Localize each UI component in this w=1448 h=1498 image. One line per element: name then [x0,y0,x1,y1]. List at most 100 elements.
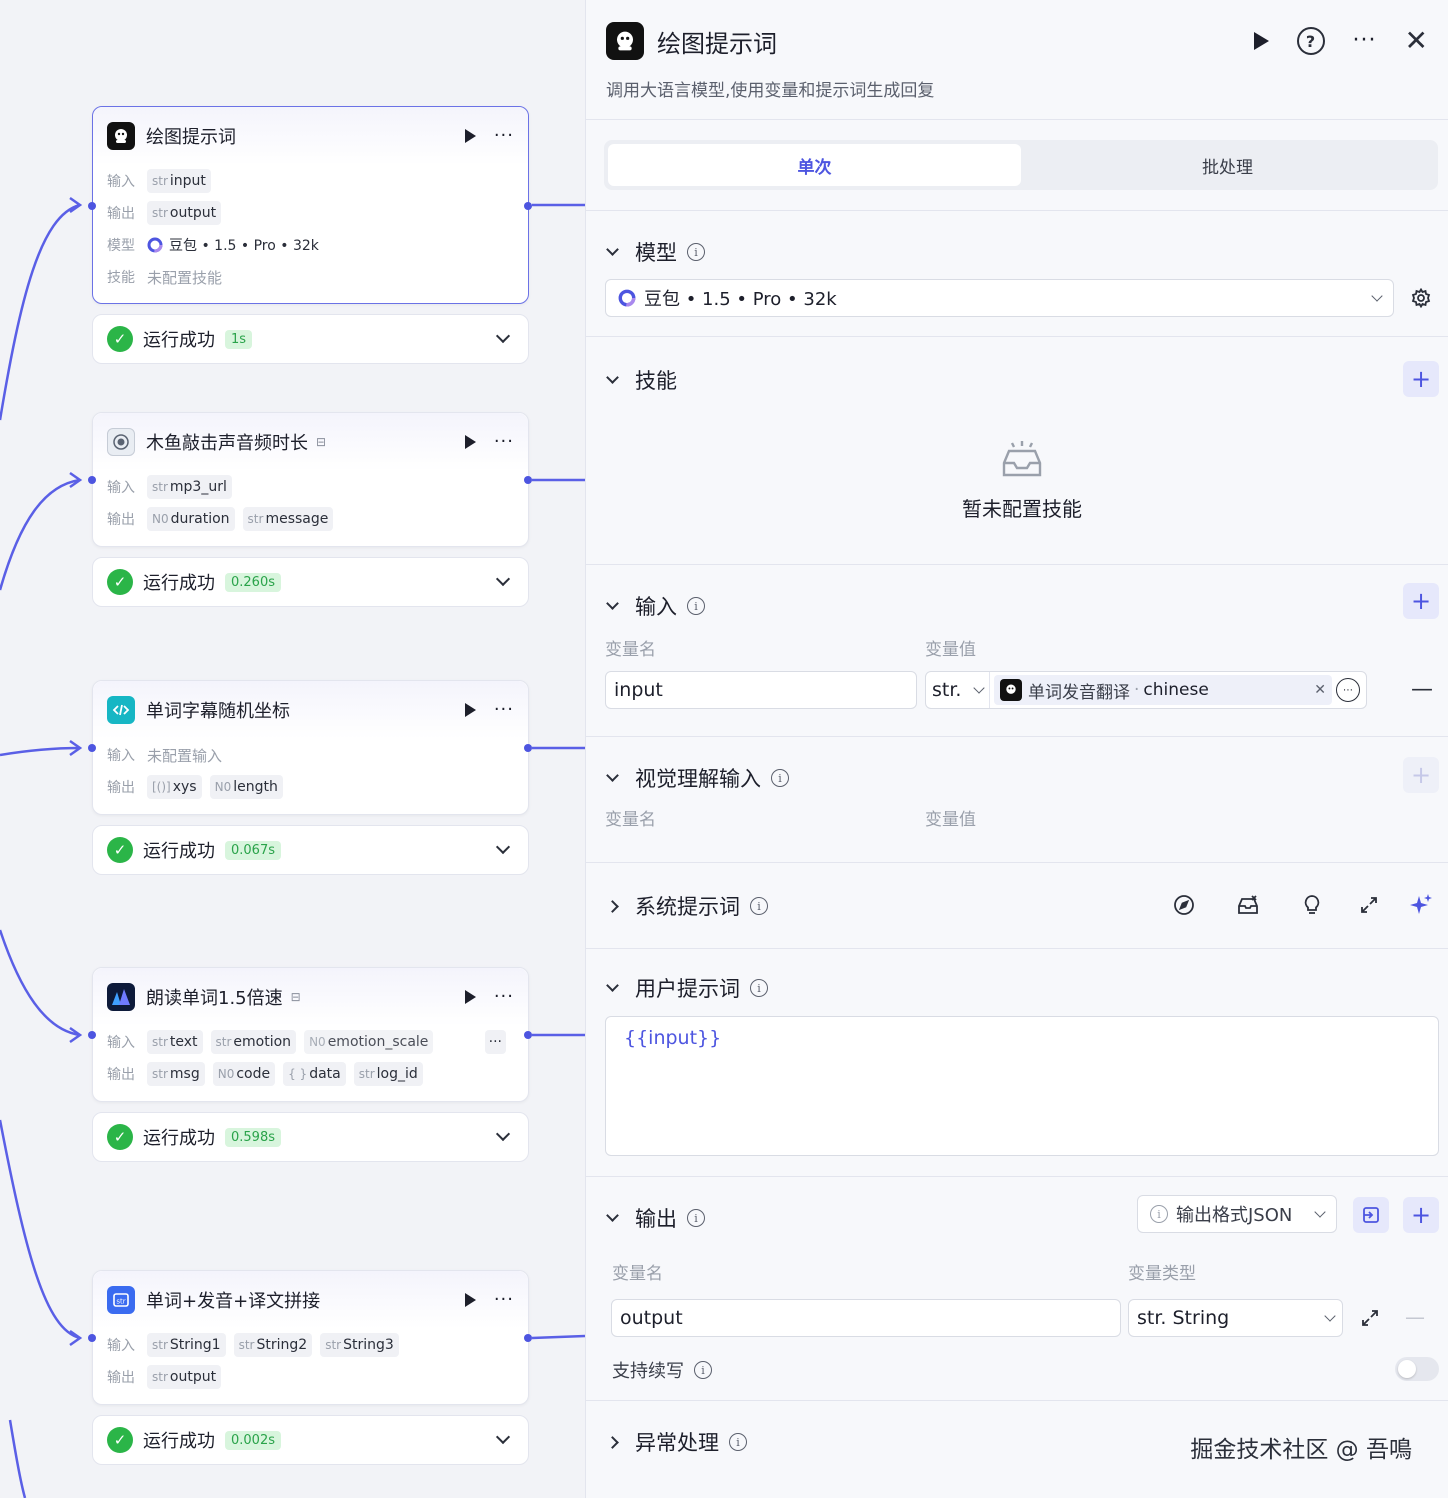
model-select[interactable]: 豆包 • 1.5 • Pro • 32k [605,279,1394,317]
output-format-select[interactable]: i 输出格式JSON [1137,1195,1337,1233]
plugin-badge-icon: ⊟ [290,990,301,1004]
help-icon[interactable]: ? [1296,27,1325,55]
col-var-type: 变量类型 [1128,1264,1196,1284]
info-icon[interactable]: i [687,597,705,615]
more-icon[interactable]: ··· [494,701,514,719]
llm-icon [1000,679,1022,701]
clear-icon[interactable]: ✕ [1314,682,1326,698]
expand-icon[interactable] [1357,1305,1383,1331]
ai-sparkle-icon[interactable] [1408,892,1434,918]
run-node-button[interactable] [464,703,476,717]
chevron-down-icon[interactable] [495,328,511,344]
add-vision-input-button[interactable]: + [1403,757,1439,793]
run-status[interactable]: ✓ 运行成功 0.002s [92,1415,529,1465]
node-woodfish-duration[interactable]: 木鱼敲击声音频时长 ⊟ ··· 输入 str mp3_url 输出 N0 durat… [92,412,529,547]
variable-picker-icon[interactable]: ⋯ [1336,678,1360,702]
section-header[interactable]: 用户提示词 i [606,973,768,1003]
more-icon[interactable]: ··· [494,127,514,145]
input-port[interactable] [88,202,96,210]
input-port[interactable] [88,744,96,752]
edge-out-node-5 [531,1334,585,1340]
var-tag: str emotion [210,1030,297,1054]
add-output-button[interactable]: + [1403,1197,1439,1233]
section-header[interactable]: 模型 i [606,237,705,267]
info-icon[interactable]: i [750,897,768,915]
more-icon[interactable]: ··· [494,1291,514,1309]
add-skill-button[interactable]: + [1403,361,1439,397]
section-header[interactable]: 输入 i [606,591,705,621]
run-node-button[interactable] [464,990,476,1004]
run-node-button[interactable] [464,435,476,449]
var-name-input[interactable]: input [605,671,917,709]
expand-icon[interactable] [1356,892,1382,918]
check-icon: ✓ [107,326,133,352]
output-port[interactable] [524,476,532,484]
output-schema-button[interactable] [1353,1197,1389,1233]
node-header: 木鱼敲击声音频时长 ⊟ ··· [93,413,528,471]
info-icon[interactable]: i [687,243,705,261]
info-icon[interactable]: i [750,979,768,997]
continue-writing-toggle[interactable] [1395,1357,1439,1381]
section-header[interactable]: 技能 [606,365,677,395]
arrow-5 [69,1329,83,1347]
node-concat[interactable]: str 单词+发音+译文拼接 ··· 输入 str String1 str Stri… [92,1270,529,1405]
run-node-button[interactable] [464,1293,476,1307]
node-random-coords[interactable]: 单词字幕随机坐标 ··· 输入 未配置输入 输出 [()] xys N0 lengt… [92,680,529,815]
var-tag: str String1 [147,1333,226,1357]
chevron-down-icon [1314,1206,1326,1218]
var-reference[interactable]: 单词发音翻译 · chinese ✕ [994,675,1332,705]
more-inputs-button[interactable]: ··· [484,1030,506,1054]
remove-input-button[interactable]: — [1411,677,1433,702]
tab-single[interactable]: 单次 [608,144,1021,186]
chevron-down-icon[interactable] [495,571,511,587]
watermark: 掘金技术社区 @ 吾鳴 [1190,1437,1412,1463]
section-header[interactable]: 视觉理解输入 i [606,763,789,793]
remove-output-button[interactable]: — [1405,1305,1425,1329]
info-icon[interactable]: i [694,1361,712,1379]
input-port[interactable] [88,1334,96,1342]
section-header[interactable]: 输出 i [606,1203,705,1233]
output-var-name-input[interactable]: output [611,1299,1121,1337]
close-icon[interactable]: ✕ [1405,27,1428,55]
tab-batch[interactable]: 批处理 [1021,144,1434,186]
info-icon[interactable]: i [771,769,789,787]
var-tag: str text [147,1030,203,1054]
info-icon[interactable]: i [687,1209,705,1227]
node-read-word[interactable]: 朗读单词1.5倍速 ⊟ ··· 输入 str text str emotion N0… [92,967,529,1102]
input-port[interactable] [88,1031,96,1039]
run-node-button[interactable] [464,129,476,143]
add-input-button[interactable]: + [1403,583,1439,619]
compass-icon[interactable] [1171,892,1197,918]
more-icon[interactable]: ··· [1353,30,1377,52]
node-drawing-prompt[interactable]: 绘图提示词 ··· 输入 str input 输出 str output 模型 豆包… [92,106,529,304]
section-header[interactable]: 系统提示词 i [606,891,768,921]
chevron-down-icon[interactable] [495,839,511,855]
col-var-value: 变量值 [925,640,976,660]
var-type-select[interactable]: str. [926,672,990,708]
output-var-type-select[interactable]: str. String [1128,1299,1343,1337]
output-port[interactable] [524,202,532,210]
more-icon[interactable]: ··· [494,433,514,451]
output-port[interactable] [524,1334,532,1342]
bulb-icon[interactable] [1299,892,1325,918]
more-icon[interactable]: ··· [494,988,514,1006]
input-port[interactable] [88,476,96,484]
edge-into-node-2 [0,478,81,591]
chevron-down-icon[interactable] [495,1429,511,1445]
info-icon[interactable]: i [729,1433,747,1451]
gear-icon[interactable] [1408,285,1434,311]
chevron-down-icon[interactable] [495,1126,511,1142]
user-prompt-editor[interactable]: {{input}} [605,1016,1439,1156]
run-status[interactable]: ✓ 运行成功 0.598s [92,1112,529,1162]
workflow-canvas[interactable]: 绘图提示词 ··· 输入 str input 输出 str output 模型 豆包… [0,0,585,1498]
run-status[interactable]: ✓ 运行成功 0.260s [92,557,529,607]
section-header[interactable]: 异常处理 i [606,1427,747,1457]
run-button[interactable] [1253,32,1269,50]
output-port[interactable] [524,1031,532,1039]
run-status[interactable]: ✓ 运行成功 0.067s [92,825,529,875]
library-icon[interactable] [1235,892,1261,918]
var-tag: N0 length [209,775,283,799]
output-port[interactable] [524,744,532,752]
run-status[interactable]: ✓ 运行成功 1s [92,314,529,364]
input-section: 输入 i + 变量名 变量值 input str. 单词发音翻译 · chine… [586,564,1448,736]
